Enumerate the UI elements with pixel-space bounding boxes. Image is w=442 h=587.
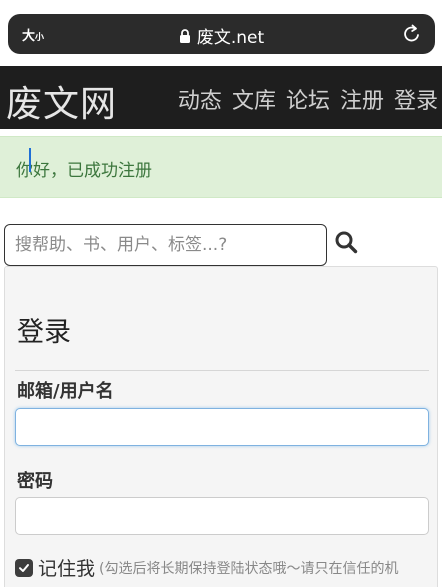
nav-link-library[interactable]: 文库 — [232, 83, 276, 115]
nav-links: 动态 文库 论坛 注册 登录 — [178, 83, 438, 115]
address-bar[interactable]: 大小 废文.net — [8, 14, 435, 54]
password-label: 密码 — [17, 471, 53, 492]
password-input[interactable] — [15, 497, 429, 535]
lock-icon — [179, 29, 191, 49]
login-panel: 登录 邮箱/用户名 密码 记住我 (勾选后将长期保持登陆状态哦～请只在信任的机 — [4, 266, 438, 587]
login-title: 登录 — [17, 317, 71, 348]
search-input[interactable] — [4, 224, 327, 266]
nav-link-feed[interactable]: 动态 — [178, 83, 222, 115]
remember-me-checkbox[interactable] — [15, 558, 33, 577]
reload-icon[interactable] — [401, 23, 423, 45]
search-button[interactable] — [333, 230, 359, 256]
remember-me-row[interactable]: 记住我 (勾选后将长期保持登陆状态哦～请只在信任的机 — [15, 554, 398, 581]
nav-link-register[interactable]: 注册 — [340, 83, 384, 115]
remember-me-label: 记住我 — [38, 558, 96, 580]
url-text: 废文.net — [196, 28, 265, 48]
text-caret — [29, 148, 31, 172]
site-navbar: 废文网 动态 文库 论坛 注册 登录 — [0, 66, 442, 129]
search-icon — [334, 231, 358, 257]
site-logo[interactable]: 废文网 — [6, 75, 117, 127]
url-display[interactable]: 废文.net — [8, 23, 435, 49]
nav-link-forum[interactable]: 论坛 — [286, 83, 330, 115]
username-input[interactable] — [15, 408, 429, 446]
panel-divider — [15, 370, 429, 371]
alert-message: 你好，已成功注册 — [16, 161, 152, 181]
checkmark-icon — [19, 563, 29, 572]
username-label: 邮箱/用户名 — [17, 381, 114, 402]
remember-me-hint: (勾选后将长期保持登陆状态哦～请只在信任的机 — [99, 560, 399, 577]
success-alert: 你好，已成功注册 — [0, 136, 442, 198]
browser-toolbar: 大小 废文.net — [0, 0, 442, 66]
nav-link-login[interactable]: 登录 — [394, 83, 438, 115]
